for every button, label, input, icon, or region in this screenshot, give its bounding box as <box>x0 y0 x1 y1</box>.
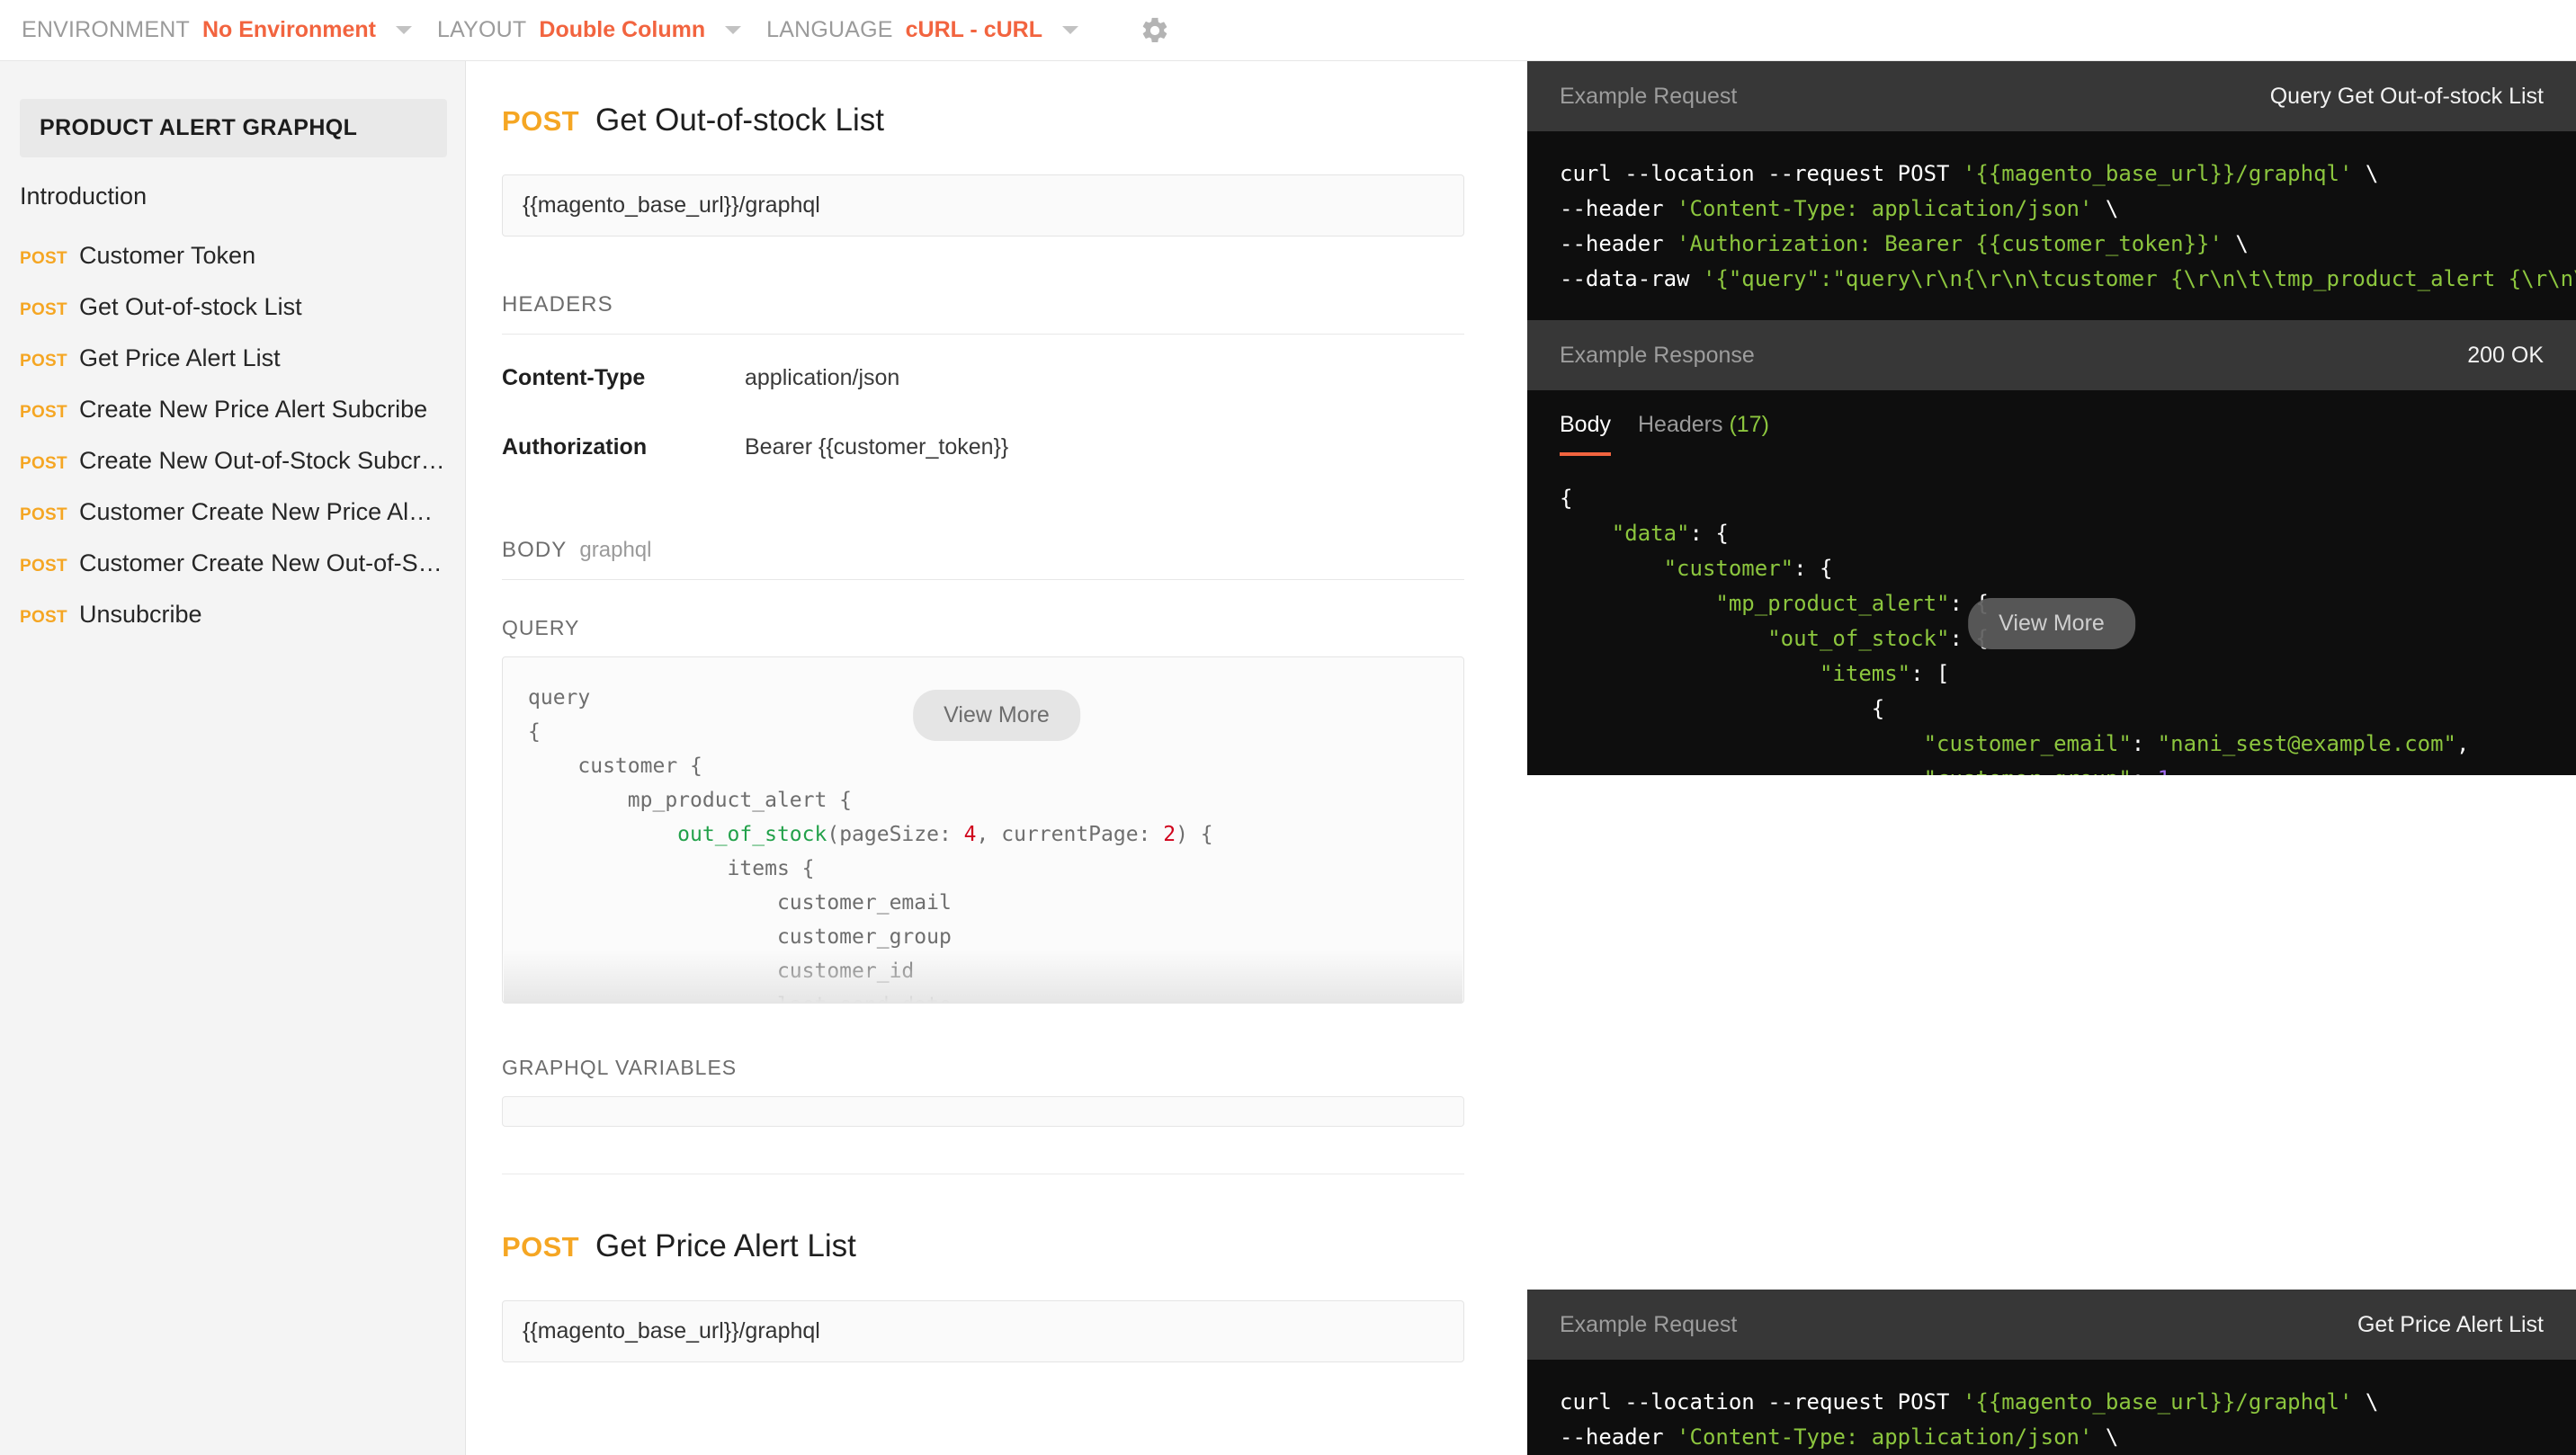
api-documentation-viewer: ENVIRONMENT No Environment LAYOUT Double… <box>0 0 2576 1455</box>
request-url-field[interactable]: {{magento_base_url}}/graphql <box>502 174 1464 237</box>
response-tabs: Body Headers (17) <box>1527 390 2576 456</box>
view-more-button-response[interactable]: View More <box>1968 598 2135 649</box>
body-type-label: graphql <box>579 538 652 562</box>
gear-icon <box>1142 17 1167 42</box>
sidebar-item-unsubcribe[interactable]: POST Unsubcribe <box>0 589 465 640</box>
sidebar-item-label: Customer Token <box>79 242 256 269</box>
divider <box>502 579 1464 580</box>
sidebar: PRODUCT ALERT GRAPHQL Introduction POST … <box>0 61 466 1455</box>
header-value: Bearer {{customer_token}} <box>745 434 1009 460</box>
language-value[interactable]: cURL - cURL <box>906 17 1042 43</box>
header-key: Content-Type <box>502 365 646 390</box>
query-code-text: query { customer { mp_product_alert { ou… <box>528 686 1213 1003</box>
sidebar-item-create-new-out-of-stock-subcribe[interactable]: POST Create New Out-of-Stock Subcribe <box>0 435 465 486</box>
curl-request-code-block[interactable]: curl --location --request POST '{{magent… <box>1527 131 2576 320</box>
collection-title[interactable]: PRODUCT ALERT GRAPHQL <box>20 99 447 157</box>
environment-selector[interactable]: ENVIRONMENT No Environment <box>22 0 437 61</box>
request-method-badge: POST <box>20 352 67 370</box>
layout-selector[interactable]: LAYOUT Double Column <box>437 0 766 61</box>
sidebar-item-label: Create New Out-of-Stock Subcribe <box>79 447 445 474</box>
request-doc-get-price-alert-list: POST Get Price Alert List {{magento_base… <box>466 1174 1527 1362</box>
response-status-badge: 200 OK <box>2467 342 2544 368</box>
view-more-button-query[interactable]: View More <box>913 690 1080 741</box>
request-method-badge: POST <box>20 403 67 422</box>
body-section-label: BODY <box>502 538 568 562</box>
header-key: Authorization <box>502 434 648 460</box>
example-request-header: Example Request Query Get Out-of-stock L… <box>1527 61 2576 131</box>
request-name: Get Price Alert List <box>595 1228 856 1263</box>
example-request-header-2: Example Request Get Price Alert List <box>1527 1290 2576 1360</box>
example-request-name[interactable]: Get Price Alert List <box>2357 1312 2544 1338</box>
example-request-title: Example Request <box>1560 1311 1738 1337</box>
sidebar-item-label: Create New Price Alert Subcribe <box>79 396 428 423</box>
sidebar-item-label: Customer Create New Price Alert S... <box>79 498 445 525</box>
example-response-title: Example Response <box>1560 342 1755 368</box>
chevron-down-icon[interactable] <box>1061 26 1078 34</box>
sidebar-item-customer-token[interactable]: POST Customer Token <box>0 230 465 281</box>
chevron-down-icon[interactable] <box>396 26 413 34</box>
tab-headers-count: (17) <box>1729 412 1769 437</box>
top-toolbar: ENVIRONMENT No Environment LAYOUT Double… <box>0 0 2576 61</box>
sidebar-item-label: Get Out-of-stock List <box>79 293 302 320</box>
chevron-down-icon[interactable] <box>725 26 742 34</box>
request-method-badge: POST <box>20 608 67 627</box>
language-selector[interactable]: LANGUAGE cURL - cURL <box>766 0 1104 61</box>
graphql-variables-field[interactable] <box>502 1096 1464 1127</box>
sidebar-item-create-new-price-alert-subcribe[interactable]: POST Create New Price Alert Subcribe <box>0 384 465 435</box>
tab-body[interactable]: Body <box>1560 412 1611 456</box>
sidebar-item-label: Get Price Alert List <box>79 344 281 371</box>
request-name: Get Out-of-stock List <box>595 103 884 138</box>
layout-label: LAYOUT <box>437 17 527 42</box>
request-heading: POST Get Out-of-stock List <box>502 103 1464 138</box>
request-doc-get-out-of-stock-list: POST Get Out-of-stock List {{magento_bas… <box>466 61 1527 1174</box>
sidebar-item-label: Unsubcribe <box>79 601 202 628</box>
request-method-badge: POST <box>20 249 67 268</box>
language-label: LANGUAGE <box>766 17 893 42</box>
sidebar-item-get-price-alert-list[interactable]: POST Get Price Alert List <box>0 333 465 384</box>
request-method-badge: POST <box>20 557 67 576</box>
curl-request-code-block-2[interactable]: curl --location --request POST '{{magent… <box>1527 1360 2576 1455</box>
sidebar-item-get-out-of-stock-list[interactable]: POST Get Out-of-stock List <box>0 281 465 333</box>
divider <box>502 334 1464 335</box>
body-section-header: BODY graphql <box>502 538 1464 563</box>
response-body-wrapper: { "data": { "customer": { "mp_product_al… <box>1527 456 2576 775</box>
table-row: Content-Type application/json <box>502 344 1464 413</box>
table-row: Authorization Bearer {{customer_token}} <box>502 413 1464 482</box>
header-value: application/json <box>745 365 900 390</box>
graphql-variables-label: GRAPHQL VARIABLES <box>502 1056 738 1079</box>
main-body: PRODUCT ALERT GRAPHQL Introduction POST … <box>0 61 2576 1455</box>
sidebar-item-customer-create-new-out-of-stock[interactable]: POST Customer Create New Out-of-Stock ..… <box>0 538 465 589</box>
request-method-badge: POST <box>20 454 67 473</box>
sidebar-request-list: POST Customer Token POST Get Out-of-stoc… <box>0 230 465 640</box>
example-response-header: Example Response 200 OK <box>1527 320 2576 390</box>
headers-table: Content-Type application/json Authorizat… <box>502 344 1464 482</box>
request-method-badge: POST <box>20 505 67 524</box>
example-column: Example Request Query Get Out-of-stock L… <box>1527 61 2576 1455</box>
layout-value[interactable]: Double Column <box>539 17 705 43</box>
request-method-badge: POST <box>502 1231 580 1263</box>
tab-headers-label: Headers <box>1637 412 1723 437</box>
environment-label: ENVIRONMENT <box>22 17 190 42</box>
request-method-badge: POST <box>20 300 67 319</box>
example-request-title: Example Request <box>1560 83 1738 109</box>
tab-headers[interactable]: Headers (17) <box>1638 412 1769 456</box>
settings-button[interactable] <box>1140 15 1170 46</box>
sidebar-item-label: Customer Create New Out-of-Stock ... <box>79 549 445 576</box>
sidebar-item-customer-create-new-price-alert[interactable]: POST Customer Create New Price Alert S..… <box>0 486 465 538</box>
query-section-label: QUERY <box>502 616 580 639</box>
environment-value[interactable]: No Environment <box>202 17 376 43</box>
request-url-field[interactable]: {{magento_base_url}}/graphql <box>502 1300 1464 1362</box>
request-heading: POST Get Price Alert List <box>502 1228 1464 1264</box>
sidebar-item-introduction[interactable]: Introduction <box>0 157 465 223</box>
example-request-name[interactable]: Query Get Out-of-stock List <box>2270 84 2544 110</box>
headers-section-label: HEADERS <box>502 292 613 317</box>
panel-spacer <box>1527 775 2576 1290</box>
documentation-column: POST Get Out-of-stock List {{magento_bas… <box>466 61 1527 1455</box>
request-method-badge: POST <box>502 105 580 137</box>
